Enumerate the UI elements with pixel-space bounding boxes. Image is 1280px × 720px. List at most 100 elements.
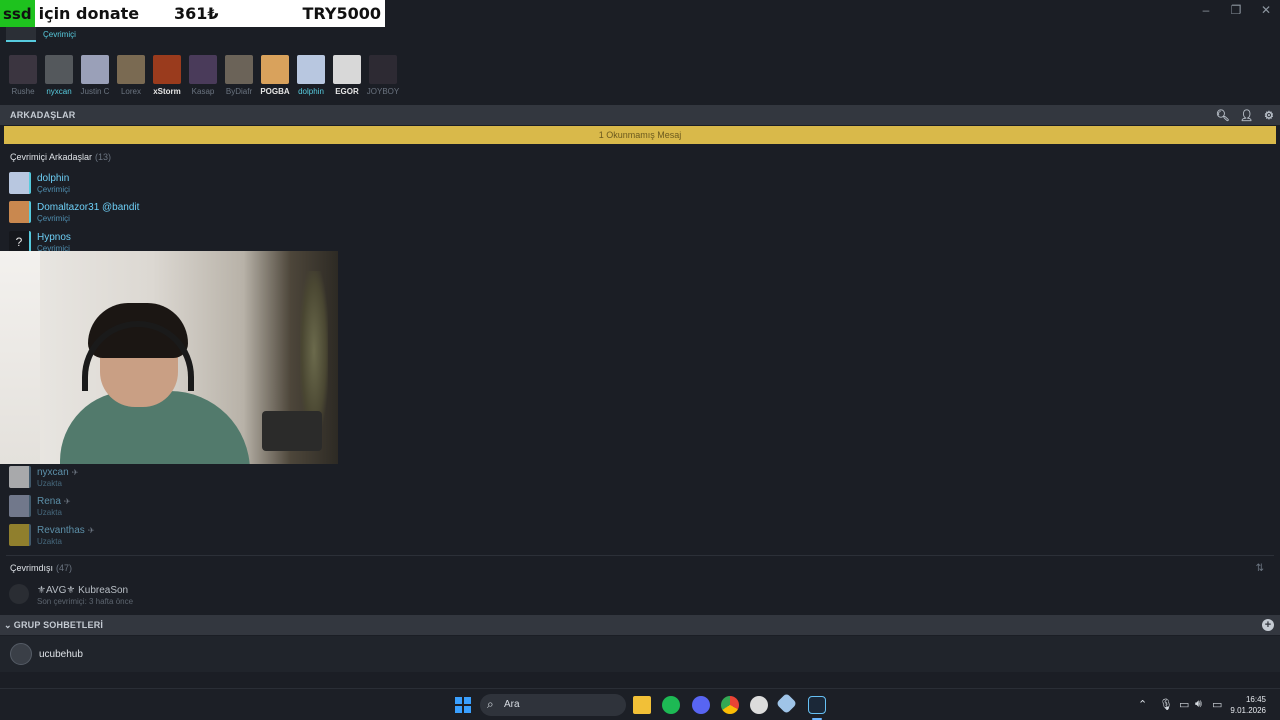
search-icon: ⌕ <box>487 697 494 711</box>
battery-icon[interactable]: ▭ <box>1212 698 1222 711</box>
group-chats-title: GRUP SOHBETLERİ <box>13 620 104 630</box>
friend-item[interactable]: dolphin Çevrimiçi <box>9 171 309 197</box>
speaker-icon[interactable]: 🔊︎ <box>1195 698 1202 711</box>
friend-avatar <box>9 495 31 517</box>
favorite-friend[interactable]: Kasap <box>185 55 221 96</box>
favorite-friend[interactable]: Rushe <box>5 55 41 96</box>
close-button[interactable]: ✕ <box>1260 3 1272 17</box>
friend-avatar <box>9 584 29 604</box>
friend-name: nyxcan ✈ <box>37 467 78 478</box>
friend-name-text: dolphin <box>37 173 70 184</box>
display-icon[interactable]: ▭ <box>1179 698 1189 711</box>
steam-icon[interactable] <box>808 696 826 714</box>
favorite-friend[interactable]: Lorex <box>113 55 149 96</box>
friend-status: Çevrimiçi <box>37 214 70 223</box>
friend-item[interactable]: Domaltazor31 @bandit Çevrimiçi <box>9 200 309 226</box>
friend-name: Revanthas ✈ <box>37 525 95 536</box>
friend-status: Çevrimiçi <box>37 185 70 194</box>
donation-banner: ssd için donate 361₺ TRY5000 <box>0 0 385 27</box>
friend-name-text: Revanthas <box>37 525 85 536</box>
favorite-name: EGOR <box>335 87 359 96</box>
chrome-icon[interactable] <box>721 696 739 714</box>
friends-header: ARKADAŞLAR 🔍︎ 👤︎ ⚙ <box>0 105 1280 125</box>
friend-name: Rena ✈ <box>37 496 71 507</box>
favorite-name: POGBA <box>260 87 290 96</box>
friend-avatar: ? <box>9 231 31 253</box>
microphone-icon[interactable]: 🎙︎ <box>1159 698 1173 711</box>
group-item[interactable]: ucubehub <box>10 643 310 667</box>
friend-name-text: nyxcan <box>37 467 69 478</box>
favorite-friend[interactable]: ByDiafr <box>221 55 257 96</box>
section-divider <box>6 555 1274 556</box>
favorite-friend[interactable]: xStorm <box>149 55 185 96</box>
add-friend-icon[interactable]: 👤︎ <box>1240 109 1254 122</box>
unread-messages-banner[interactable]: 1 Okunmamış Mesaj <box>4 126 1276 144</box>
friend-name: Hypnos <box>37 232 71 243</box>
friend-status: Son çevrimiçi: 3 hafta önce <box>37 597 134 606</box>
maximize-button[interactable]: ❐ <box>1230 3 1242 17</box>
search-icon[interactable]: 🔍︎ <box>1216 109 1230 122</box>
favorite-friend[interactable]: nyxcan <box>41 55 77 96</box>
group-name: ucubehub <box>39 649 83 660</box>
chevron-up-icon[interactable]: ⌃ <box>1138 698 1147 711</box>
friend-item[interactable]: ⚜AVG⚜ KubreaSon Son çevrimiçi: 3 hafta ön… <box>9 583 309 609</box>
obs-icon[interactable] <box>750 696 768 714</box>
group-chats-header[interactable]: ⌄ GRUP SOHBETLERİ + <box>0 615 1280 635</box>
favorite-friend[interactable]: Justin C <box>77 55 113 96</box>
friend-name: ⚜AVG⚜ KubreaSon <box>37 585 128 596</box>
donation-amount: 361₺ <box>174 4 219 23</box>
favorite-name: ByDiafr <box>225 87 253 96</box>
self-profile[interactable]: Çevrimiçi <box>6 26 306 46</box>
friend-avatar <box>9 466 31 488</box>
away-plane-icon: ✈ <box>63 497 71 506</box>
spotify-icon[interactable] <box>662 696 680 714</box>
discord-icon[interactable] <box>692 696 710 714</box>
friend-status: Uzakta <box>37 479 62 488</box>
favorite-friend[interactable]: dolphin <box>293 55 329 96</box>
away-plane-icon: ✈ <box>71 468 79 477</box>
favorite-friend[interactable]: JOYBOY <box>365 55 401 96</box>
favorite-avatar <box>369 55 397 84</box>
friend-avatar <box>9 524 31 546</box>
friend-item[interactable]: Rena ✈ Uzakta <box>9 494 309 520</box>
window-controls: – ❐ ✕ <box>1200 3 1272 17</box>
friend-name-text: ⚜AVG⚜ KubreaSon <box>37 585 129 596</box>
chevron-down-icon[interactable]: ⌄ <box>4 620 12 631</box>
webcam-plant <box>300 271 328 431</box>
favorite-friend[interactable]: EGOR <box>329 55 365 96</box>
minimize-button[interactable]: – <box>1200 3 1212 17</box>
favorite-name: JOYBOY <box>366 87 400 96</box>
clock-date: 9.01.2026 <box>1230 706 1266 715</box>
network-app-icon[interactable] <box>775 692 798 715</box>
favorite-avatar <box>297 55 325 84</box>
friends-title: ARKADAŞLAR <box>10 110 76 120</box>
donation-text: için donate <box>38 4 140 23</box>
online-section-label: Çevrimiçi Arkadaşlar <box>10 152 93 162</box>
start-button[interactable] <box>455 697 471 713</box>
friend-item[interactable]: nyxcan ✈ Uzakta <box>9 465 309 491</box>
favorite-avatar <box>189 55 217 84</box>
webcam-speaker <box>262 411 322 451</box>
file-explorer-icon[interactable] <box>633 696 651 714</box>
friend-status: Uzakta <box>37 508 62 517</box>
add-group-icon[interactable]: + <box>1262 619 1274 631</box>
favorites-row: Rushe nyxcan Justin C Lorex xStorm Kasap ByDia… <box>5 55 401 96</box>
favorite-avatar <box>117 55 145 84</box>
friend-name-text: Domaltazor31 @bandit <box>37 202 140 213</box>
sort-icon[interactable]: ⇅ <box>1256 563 1264 574</box>
offline-section-title[interactable]: Çevrimdışı (47) <box>10 563 72 573</box>
favorite-name: Justin C <box>80 87 110 96</box>
favorite-avatar <box>153 55 181 84</box>
favorite-friend[interactable]: POGBA <box>257 55 293 96</box>
self-status[interactable]: Çevrimiçi <box>43 30 76 39</box>
clock[interactable]: 16:45 9.01.2026 <box>1230 694 1266 716</box>
friend-name-text: Hypnos <box>37 232 71 243</box>
online-section-title[interactable]: Çevrimiçi Arkadaşlar (13) <box>10 152 111 162</box>
self-avatar[interactable] <box>6 26 36 42</box>
favorite-avatar <box>9 55 37 84</box>
friend-status: Uzakta <box>37 537 62 546</box>
settings-icon[interactable]: ⚙ <box>1264 109 1274 122</box>
taskbar-search[interactable]: ⌕ Ara <box>480 694 626 716</box>
favorite-name: Kasap <box>191 87 215 96</box>
friend-item[interactable]: Revanthas ✈ Uzakta <box>9 523 309 549</box>
